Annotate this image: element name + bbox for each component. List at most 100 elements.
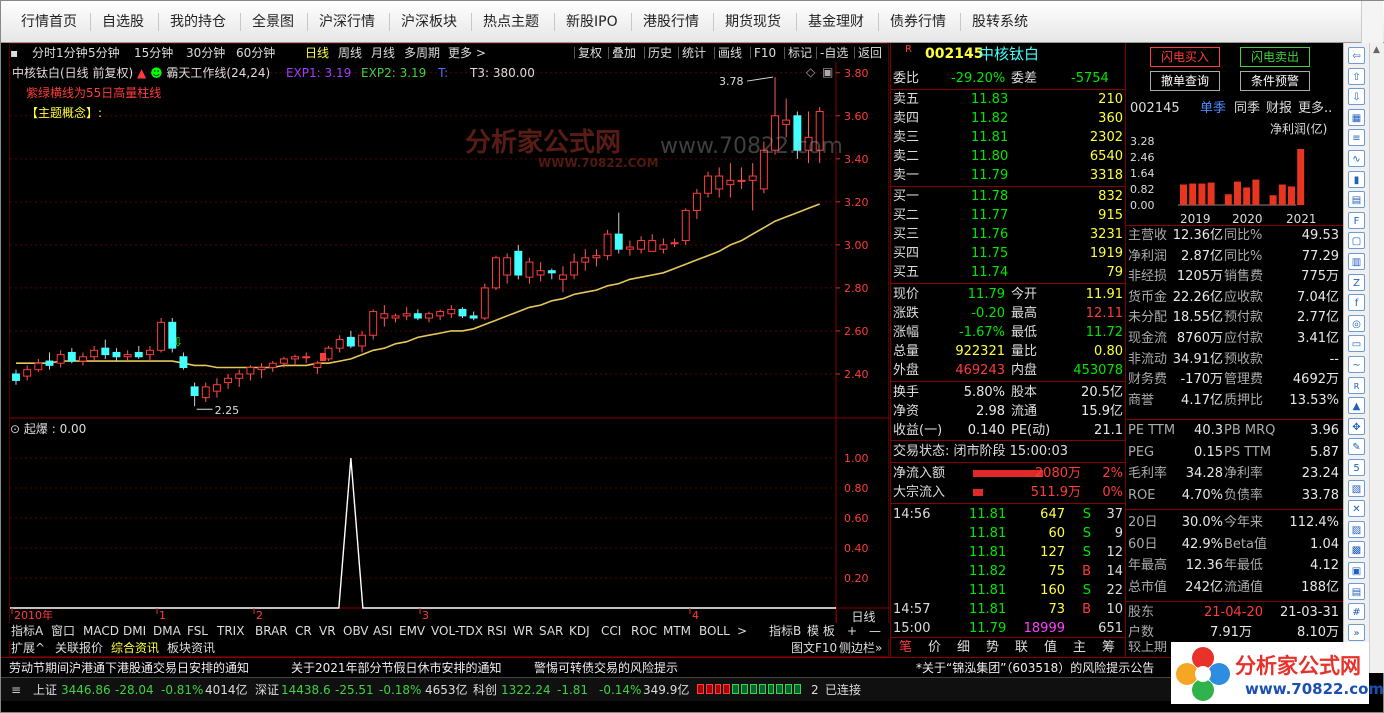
chart5-icon[interactable]: ▤ (1348, 582, 1365, 600)
status-menu-icon[interactable]: ≡ (11, 678, 21, 702)
f0-icon[interactable]: f (1348, 294, 1365, 312)
fin-tab-3[interactable]: 更多.. (1298, 99, 1332, 119)
bid-row[interactable]: 买二 11.77 915 (891, 206, 1125, 225)
pages-icon[interactable]: ▧ (1348, 479, 1365, 497)
quote-tab-1[interactable]: 价 (928, 638, 941, 657)
arrow-icon[interactable]: » (1348, 623, 1365, 641)
news-item[interactable]: *关于“锦泓集团”（603518）的风险提示公告 (916, 659, 1154, 677)
left-arrow-icon[interactable]: ⇦ (1348, 47, 1365, 64)
ext-tab-3[interactable]: 板块资讯 (167, 640, 215, 656)
indicator-tab-18[interactable]: CCI (601, 623, 621, 639)
nav-item-10[interactable]: 基金理财 (808, 1, 864, 43)
quote-tab-2[interactable]: 细 (957, 638, 970, 657)
chart3-icon[interactable]: ▩ (1348, 541, 1365, 559)
indicator-tab-6[interactable]: TRIX (217, 623, 244, 639)
indicator-tab-21[interactable]: BOLL (699, 623, 730, 639)
minus-icon[interactable]: ▭ (1348, 335, 1365, 353)
quote-tab-4[interactable]: 联 (1015, 638, 1028, 657)
nav-item-1[interactable]: 自选股 (102, 1, 144, 43)
ask-row[interactable]: 卖四 11.82 360 (891, 109, 1125, 128)
ask-row[interactable]: 卖二 11.80 6540 (891, 147, 1125, 166)
up-arrow-icon[interactable]: ⇧ (1348, 67, 1365, 85)
period-tab-6[interactable]: 日线 (305, 44, 329, 62)
fin-tab-1[interactable]: 同季 (1234, 99, 1260, 119)
window-icon[interactable]: ▣ (822, 65, 833, 79)
sub-toggle-icon[interactable]: ⊙ (10, 422, 20, 436)
order-query-button[interactable]: 撤单查询 (1150, 71, 1220, 91)
indicator-tab-0[interactable]: 指标A (11, 623, 43, 639)
period-tab-9[interactable]: 多周期 (404, 44, 440, 62)
alert-button[interactable]: 条件预警 (1240, 71, 1310, 91)
quote-tab-0[interactable]: 笔 (899, 638, 912, 657)
toolbar-btn-4[interactable]: 画线 (718, 44, 742, 62)
news-item[interactable]: 劳动节期间沪港通下港股通交易日安排的通知 (9, 659, 249, 677)
indicator-tab-16[interactable]: SAR (539, 623, 563, 639)
nav-item-4[interactable]: 沪深行情 (319, 1, 375, 43)
indicator-tab-11[interactable]: ASI (373, 623, 392, 639)
nav-item-9[interactable]: 期货现货 (725, 1, 781, 43)
toolbar-btn-6[interactable]: 标记 (788, 44, 812, 62)
nav-item-12[interactable]: 股转系统 (972, 1, 1028, 43)
ext-right-0[interactable]: 图文F10 (791, 640, 837, 656)
nav-item-5[interactable]: 沪深板块 (401, 1, 457, 43)
circle-icon[interactable]: ◎ (1348, 314, 1365, 332)
period-tab-10[interactable]: 更多 > (448, 44, 486, 62)
ask-row[interactable]: 卖三 11.81 2302 (891, 128, 1125, 147)
quote-tab-3[interactable]: 势 (986, 638, 999, 657)
indicator-tab-9[interactable]: VR (319, 623, 336, 639)
rsi-icon[interactable]: R (1348, 376, 1365, 394)
bid-row[interactable]: 买三 11.76 3231 (891, 225, 1125, 244)
indicator-tab-15[interactable]: WR (513, 623, 533, 639)
quote-tab-5[interactable]: 值 (1044, 638, 1057, 657)
bid-row[interactable]: 买四 11.75 1919 (891, 244, 1125, 263)
nav-item-3[interactable]: 全景图 (252, 1, 294, 43)
x-icon[interactable]: ✕ (1348, 500, 1365, 518)
period-tab-3[interactable]: 15分钟 (134, 44, 173, 62)
flash-buy-button[interactable]: 闪电买入 (1150, 47, 1220, 67)
period-collapse-icon[interactable]: ▪ (10, 44, 18, 62)
news-item[interactable]: 警惕可转债交易的风险提示 (534, 659, 678, 677)
fin-tab-0[interactable]: 单季 (1200, 99, 1226, 119)
kline-icon[interactable]: ▮ (1348, 170, 1365, 188)
chart4-icon[interactable]: ▣ (1348, 562, 1365, 579)
flag-icon[interactable]: ▲ (1348, 397, 1365, 415)
period-tab-8[interactable]: 月线 (371, 44, 395, 62)
fin-tab-2[interactable]: 财报 (1266, 99, 1292, 119)
indicator-toggle-icon[interactable]: ☻ (150, 66, 163, 80)
toolbar-btn-7[interactable]: -自选 (820, 44, 848, 62)
line-chart-icon[interactable]: ∿ (1348, 150, 1365, 167)
indicator-right-2[interactable]: + (847, 623, 857, 639)
ask-row[interactable]: 卖五 11.83 210 (891, 90, 1125, 109)
indicator-tab-19[interactable]: ROC (631, 623, 657, 639)
move-icon[interactable]: ✥ (1348, 417, 1365, 435)
doc-icon[interactable]: ▢ (1348, 232, 1365, 250)
top-scrollbar[interactable] (1361, 1, 1383, 43)
table-icon[interactable]: ▤ (1348, 191, 1365, 209)
wave-icon[interactable]: ∼ (1348, 356, 1365, 373)
ask-row[interactable]: 卖一 11.79 3318 (891, 166, 1125, 185)
quote-tab-6[interactable]: 主 (1073, 638, 1086, 657)
flash-sell-button[interactable]: 闪电卖出 (1240, 47, 1310, 67)
period-tab-1[interactable]: 1分钟 (56, 44, 88, 62)
note-icon[interactable]: ▥ (1348, 253, 1365, 270)
chart2-icon[interactable]: ▨ (1348, 520, 1365, 538)
indicator-tab-14[interactable]: RSI (487, 623, 507, 639)
indicator-tab-5[interactable]: FSL (187, 623, 208, 639)
ext-tab-0[interactable]: 扩展^ (11, 640, 45, 656)
ext-tab-1[interactable]: 关联报价 (55, 640, 103, 656)
indicator-right-0[interactable]: 指标B (769, 623, 801, 639)
f10-icon[interactable]: F (1348, 211, 1365, 229)
f5-icon[interactable]: 5 (1348, 459, 1365, 476)
hash-icon[interactable]: # (1348, 603, 1365, 621)
period-tab-7[interactable]: 周线 (338, 44, 362, 62)
toolbar-btn-8[interactable]: 返回 (858, 44, 882, 62)
indicator-tab-4[interactable]: DMA (153, 623, 181, 639)
nav-item-6[interactable]: 热点主题 (483, 1, 539, 43)
nav-item-2[interactable]: 我的持仓 (170, 1, 226, 43)
toolbar-btn-2[interactable]: 历史 (648, 44, 672, 62)
indicator-tab-10[interactable]: OBV (343, 623, 369, 639)
nav-item-11[interactable]: 债券行情 (890, 1, 946, 43)
indicator-tab-17[interactable]: KDJ (569, 623, 590, 639)
vertical-scrollbar[interactable]: ▲ (1369, 43, 1384, 673)
indicator-tab-20[interactable]: MTM (663, 623, 691, 639)
